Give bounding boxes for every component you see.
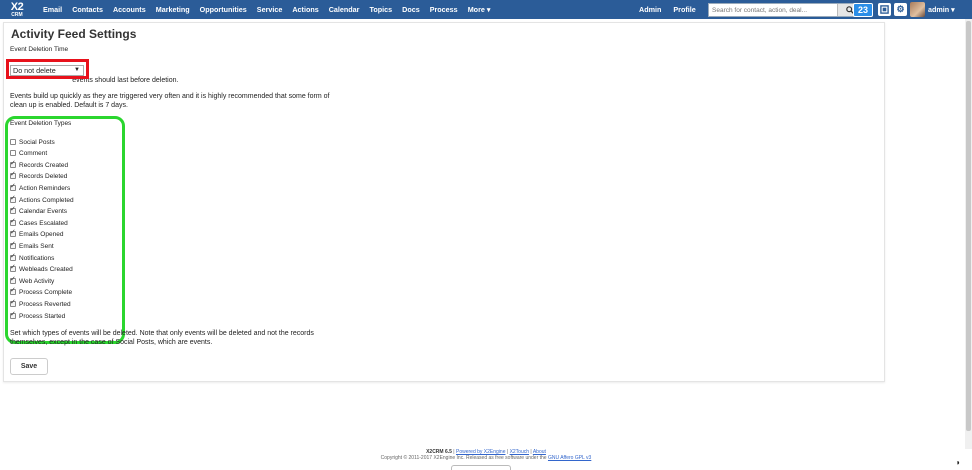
save-button[interactable]: Save xyxy=(10,358,48,375)
checkbox-label: Emails Sent xyxy=(19,242,54,250)
checkbox-social-posts[interactable] xyxy=(10,139,16,145)
page-scrollbar[interactable] xyxy=(965,19,972,449)
checkbox-row[interactable]: Social Posts xyxy=(10,137,55,147)
checkbox-webleads-created[interactable] xyxy=(10,263,16,272)
checkbox-action-reminders[interactable] xyxy=(10,182,16,191)
checkbox-label: Records Created xyxy=(19,161,69,169)
checkbox-row[interactable]: Webleads Created xyxy=(10,263,73,274)
search-input[interactable] xyxy=(709,4,837,16)
checkbox-row[interactable]: Actions Completed xyxy=(10,194,74,205)
chevron-down-icon: ▾ xyxy=(951,5,955,14)
checkbox-label: Calendar Events xyxy=(19,207,68,215)
user-avatar[interactable] xyxy=(910,2,925,17)
nav-contacts[interactable]: Contacts xyxy=(67,0,108,19)
activity-feed-settings-panel: Activity Feed Settings Event Deletion Ti… xyxy=(3,22,885,382)
logo-text-bottom: CRM xyxy=(11,11,23,18)
checkbox-row[interactable]: Action Reminders xyxy=(10,182,71,193)
panel-icon xyxy=(880,5,889,14)
nav-more-menu[interactable]: More xyxy=(463,0,496,19)
deletion-time-label: Event Deletion Time xyxy=(10,46,69,53)
nav-docs[interactable]: Docs xyxy=(397,0,425,19)
checkbox-actions-completed[interactable] xyxy=(10,194,16,203)
checkbox-label: Comment xyxy=(19,149,48,157)
logo-text-top: X2 xyxy=(10,0,24,13)
nav-process[interactable]: Process xyxy=(425,0,463,19)
nav-topics[interactable]: Topics xyxy=(364,0,397,19)
contrast-icon[interactable]: ◑ xyxy=(955,458,960,467)
nav-email[interactable]: Email xyxy=(38,0,67,19)
checkbox-row[interactable]: Web Activity xyxy=(10,275,55,286)
page-title: Activity Feed Settings xyxy=(11,27,137,41)
checkbox-label: Webleads Created xyxy=(19,265,73,273)
feed-toggle-icon[interactable] xyxy=(878,3,891,16)
checkbox-row[interactable]: Process Started xyxy=(10,310,66,321)
user-name: admin xyxy=(928,5,950,14)
checkbox-emails-sent[interactable] xyxy=(10,240,16,249)
checkbox-process-started[interactable] xyxy=(10,310,16,319)
nav-profile[interactable]: Profile xyxy=(667,5,701,14)
checkbox-label: Process Reverted xyxy=(19,300,71,308)
buildup-note-line2: clean up is enabled. Default is 7 days. xyxy=(10,101,128,109)
checkbox-label: Social Posts xyxy=(19,138,55,146)
checkbox-process-complete[interactable] xyxy=(10,286,16,295)
checkbox-row[interactable]: Emails Opened xyxy=(10,228,64,239)
checkbox-row[interactable]: Cases Escalated xyxy=(10,217,68,228)
checkbox-row[interactable]: Notifications xyxy=(10,252,55,263)
nav-calendar[interactable]: Calendar xyxy=(324,0,365,19)
footer-license-link[interactable]: GNU Affero GPL v3 xyxy=(548,455,591,461)
footer-copyright: Copyright © 2011-2017 X2Engine Inc. Rele… xyxy=(380,455,547,461)
checkbox-records-deleted[interactable] xyxy=(10,170,16,179)
checkbox-records-created[interactable] xyxy=(10,159,16,168)
checkbox-label: Process Started xyxy=(19,312,66,320)
nav-admin[interactable]: Admin xyxy=(633,5,667,14)
notifications-badge[interactable]: 23 xyxy=(853,3,873,17)
checkbox-row[interactable]: Process Reverted xyxy=(10,298,71,309)
nav-accounts[interactable]: Accounts xyxy=(108,0,151,19)
user-menu[interactable]: admin ▾ xyxy=(928,0,955,19)
checkbox-row[interactable]: Emails Sent xyxy=(10,240,54,251)
page-footer: X2CRM 6.5 | Powered by X2Engine | X2Touc… xyxy=(380,449,592,461)
checkbox-label: Actions Completed xyxy=(19,196,74,204)
scrollbar-thumb[interactable] xyxy=(966,21,971,431)
checkbox-cases-escalated[interactable] xyxy=(10,217,16,226)
settings-gear-icon[interactable]: ⚙ xyxy=(894,3,907,16)
checkbox-label: Process Complete xyxy=(19,288,73,296)
x2crm-logo[interactable]: X2 CRM xyxy=(2,0,32,19)
checkbox-emails-opened[interactable] xyxy=(10,228,16,237)
checkbox-calendar-events[interactable] xyxy=(10,205,16,214)
nav-actions[interactable]: Actions xyxy=(287,0,323,19)
checkbox-label: Cases Escalated xyxy=(19,219,68,227)
checkbox-comment[interactable] xyxy=(10,150,16,156)
buildup-note-line1: Events build up quickly as they are trig… xyxy=(10,93,330,100)
types-note: Set which types of events will be delete… xyxy=(10,330,314,347)
highlight-red-box xyxy=(6,59,89,79)
nav-service[interactable]: Service xyxy=(252,0,288,19)
global-search xyxy=(708,3,864,17)
checkbox-label: Records Deleted xyxy=(19,172,68,180)
main-nav: Email Contacts Accounts Marketing Opport… xyxy=(38,0,495,19)
checkbox-process-reverted[interactable] xyxy=(10,298,16,307)
checkbox-row[interactable]: Records Created xyxy=(10,159,69,170)
checkbox-row[interactable]: Calendar Events xyxy=(10,205,68,216)
checkbox-row[interactable]: Records Deleted xyxy=(10,170,68,181)
types-note-line1: Set which types of events will be delete… xyxy=(10,330,314,337)
checkbox-label: Web Activity xyxy=(19,277,55,285)
types-note-line2: themselves, except in the case of Social… xyxy=(10,338,213,346)
footer-tab-button[interactable] xyxy=(451,465,511,470)
checkbox-label: Action Reminders xyxy=(19,184,71,192)
buildup-note: Events build up quickly as they are trig… xyxy=(10,93,329,110)
checkbox-row[interactable]: Process Complete xyxy=(10,286,73,297)
checkbox-web-activity[interactable] xyxy=(10,275,16,284)
checkbox-label: Emails Opened xyxy=(19,230,64,238)
checkbox-notifications[interactable] xyxy=(10,252,16,261)
checkbox-row[interactable]: Comment xyxy=(10,148,47,158)
nav-marketing[interactable]: Marketing xyxy=(151,0,195,19)
nav-opportunities[interactable]: Opportunities xyxy=(195,0,252,19)
checkbox-label: Notifications xyxy=(19,254,55,262)
